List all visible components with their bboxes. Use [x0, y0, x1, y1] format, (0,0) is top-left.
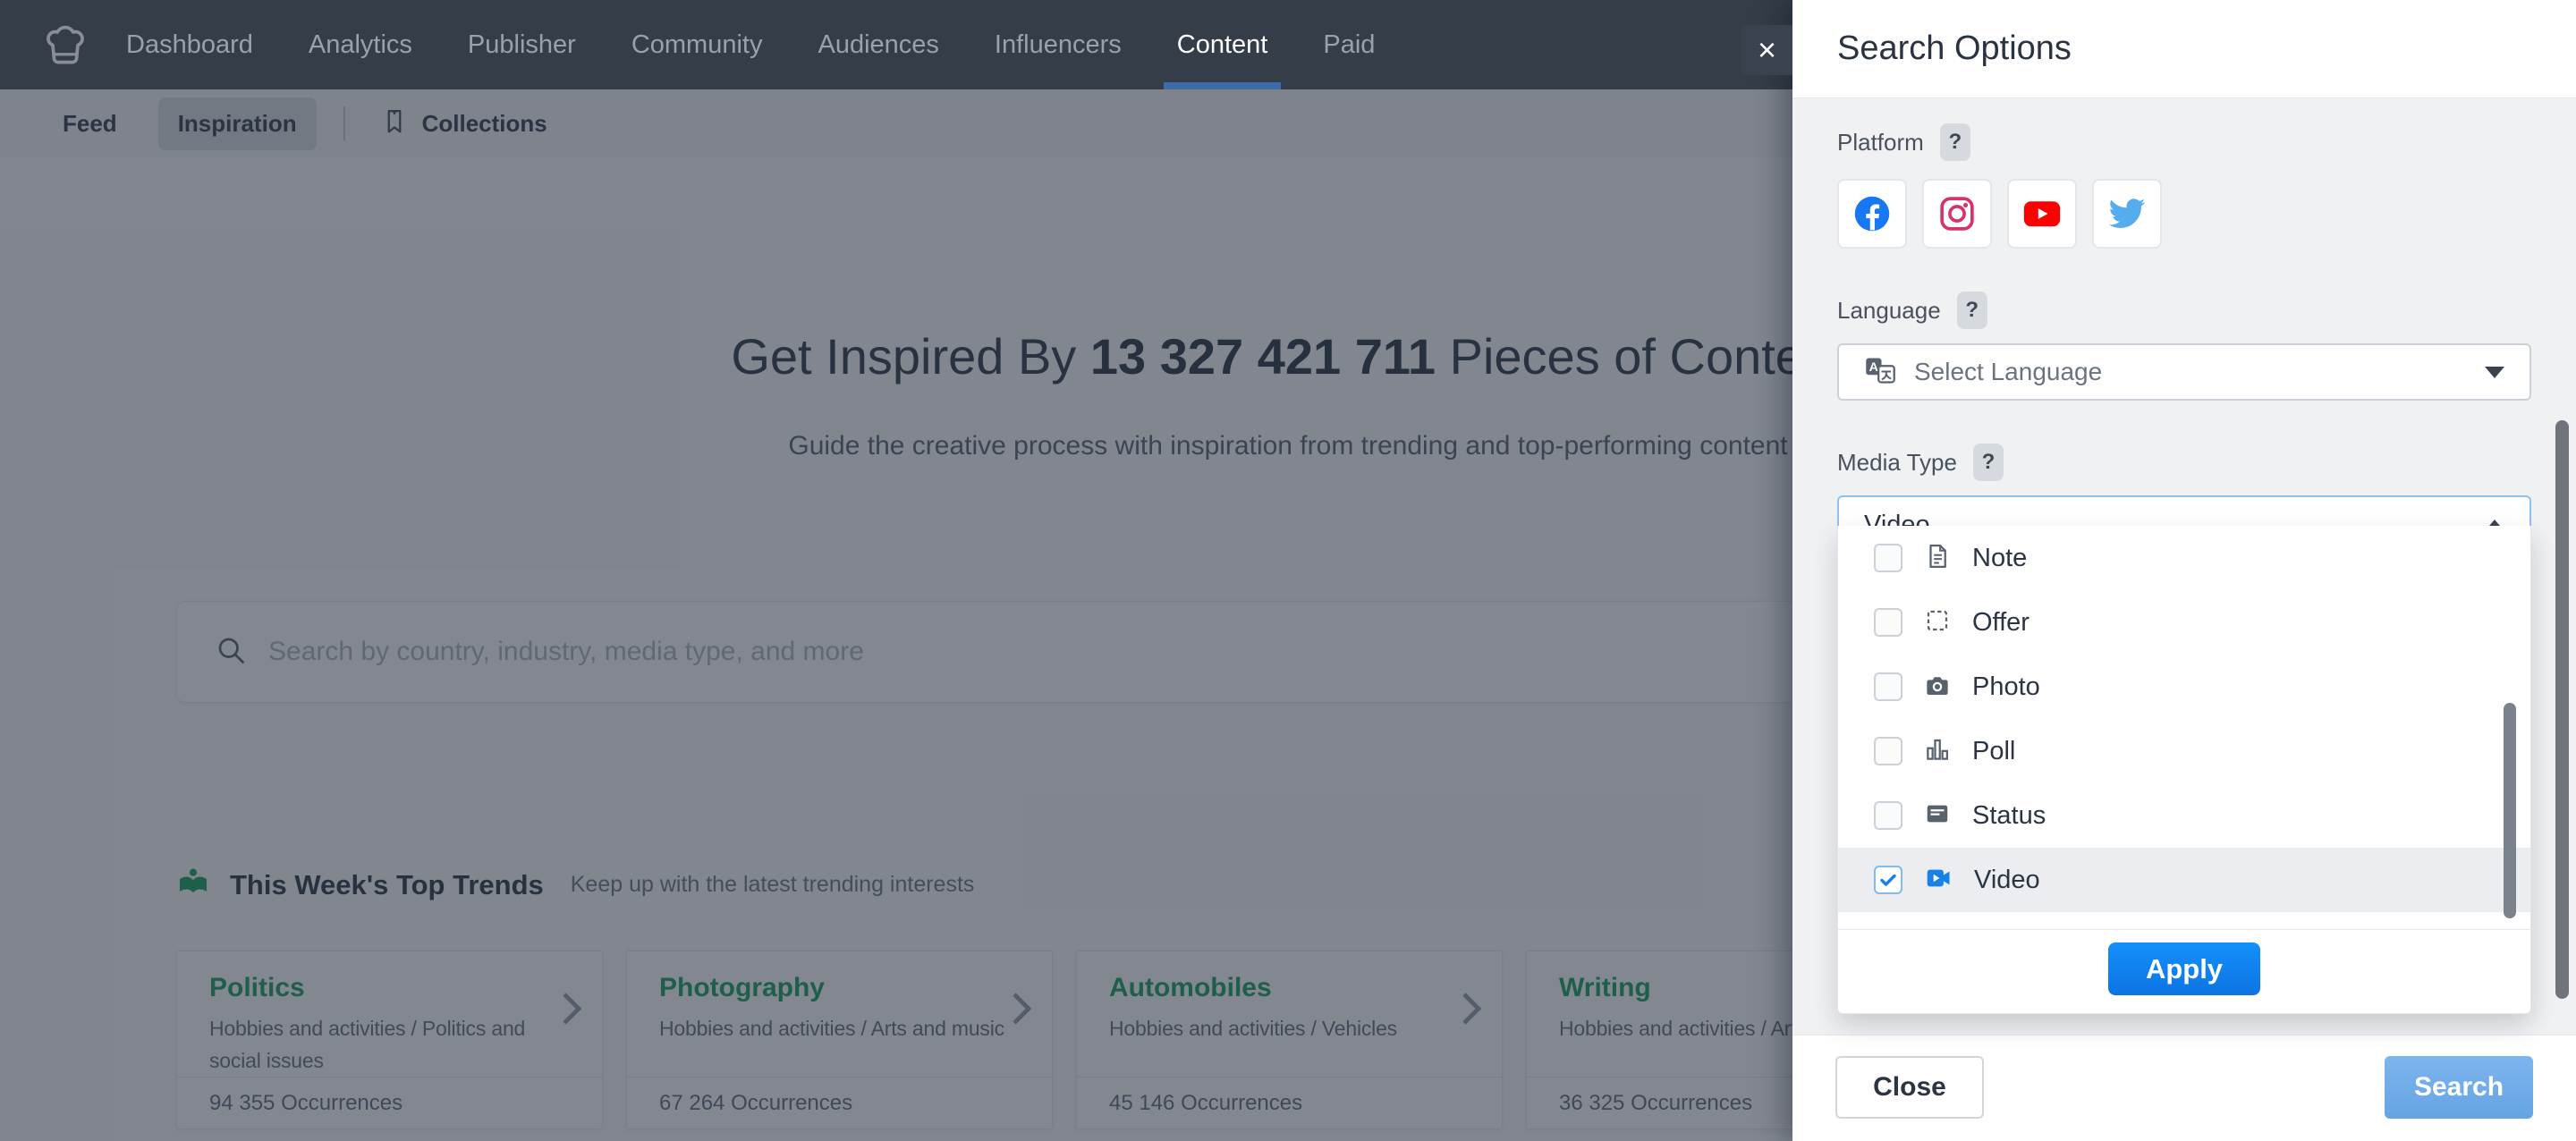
nav-item-analytics[interactable]: Analytics	[281, 0, 440, 89]
nav-menu: Dashboard Analytics Publisher Community …	[98, 0, 1402, 89]
checkbox[interactable]	[1874, 608, 1902, 637]
page-scrollbar-thumb[interactable]	[2555, 420, 2569, 999]
instagram-icon	[1937, 194, 1977, 233]
nav-item-dashboard[interactable]: Dashboard	[98, 0, 281, 89]
platform-instagram-button[interactable]	[1922, 179, 1992, 249]
search-button[interactable]: Search	[2385, 1056, 2533, 1119]
media-type-dropdown: Note Offer Photo	[1837, 526, 2531, 1014]
dropdown-option-poll[interactable]: Poll	[1838, 719, 2530, 783]
facebook-icon	[1852, 194, 1892, 233]
platform-label: Platform ?	[1837, 123, 2531, 161]
dropdown-scrollbar-thumb[interactable]	[2504, 703, 2516, 918]
dropdown-option-photo[interactable]: Photo	[1838, 655, 2530, 719]
close-panel-button[interactable]: ×	[1741, 25, 1792, 75]
dropdown-option-label: Status	[1972, 801, 2046, 831]
platform-options	[1837, 179, 2531, 249]
search-options-panel: × Search Options Platform ?	[1792, 0, 2576, 1141]
youtube-icon	[2021, 193, 2063, 234]
nav-item-content[interactable]: Content	[1149, 0, 1296, 89]
modal-backdrop[interactable]	[0, 89, 1792, 1141]
media-type-help-icon[interactable]: ?	[1973, 444, 2004, 481]
panel-title: Search Options	[1837, 30, 2072, 68]
dropdown-option-video[interactable]: Video	[1838, 848, 2530, 912]
dropdown-option-label: Video	[1974, 866, 2040, 895]
apply-button[interactable]: Apply	[2108, 942, 2260, 995]
twitter-icon	[2107, 194, 2147, 233]
panel-header: Search Options	[1792, 0, 2576, 98]
dropdown-option-label: Note	[1972, 544, 2027, 573]
caret-down-icon	[2485, 367, 2504, 378]
dropdown-option-offer[interactable]: Offer	[1838, 590, 2530, 655]
checkbox[interactable]	[1874, 737, 1902, 765]
checkbox[interactable]	[1874, 672, 1902, 701]
language-select-value: Select Language	[1914, 358, 2102, 386]
panel-footer: Close Search	[1792, 1035, 2576, 1141]
offer-icon	[1924, 607, 1951, 638]
language-select[interactable]: A Select Language	[1837, 343, 2531, 401]
checkbox[interactable]	[1874, 801, 1902, 830]
video-icon	[1924, 864, 1953, 897]
popup-divider	[1838, 929, 2530, 930]
dropdown-option-label: Photo	[1972, 672, 2040, 702]
platform-twitter-button[interactable]	[2092, 179, 2162, 249]
platform-facebook-button[interactable]	[1837, 179, 1907, 249]
platform-youtube-button[interactable]	[2007, 179, 2077, 249]
check-icon	[1877, 869, 1899, 891]
checkbox-checked[interactable]	[1874, 866, 1902, 894]
media-type-label-text: Media Type	[1837, 449, 1957, 477]
nav-item-influencers[interactable]: Influencers	[967, 0, 1149, 89]
language-label: Language ?	[1837, 292, 2531, 329]
poll-icon	[1924, 736, 1951, 767]
platform-label-text: Platform	[1837, 129, 1924, 156]
language-label-text: Language	[1837, 297, 1941, 325]
nav-item-publisher[interactable]: Publisher	[440, 0, 604, 89]
chef-hat-logo-icon[interactable]	[39, 19, 91, 71]
checkbox[interactable]	[1874, 544, 1902, 572]
note-icon	[1924, 543, 1951, 574]
dropdown-option-label: Offer	[1972, 608, 2029, 638]
dropdown-option-note[interactable]: Note	[1838, 526, 2530, 590]
app-root: Dashboard Analytics Publisher Community …	[0, 0, 2576, 1141]
close-button[interactable]: Close	[1835, 1056, 1984, 1119]
platform-help-icon[interactable]: ?	[1940, 123, 1970, 161]
status-icon	[1924, 800, 1951, 832]
photo-icon	[1924, 672, 1951, 703]
nav-item-paid[interactable]: Paid	[1295, 0, 1402, 89]
nav-item-audiences[interactable]: Audiences	[790, 0, 966, 89]
language-help-icon[interactable]: ?	[1957, 292, 1987, 329]
svg-text:A: A	[1869, 359, 1878, 374]
dropdown-option-status[interactable]: Status	[1838, 783, 2530, 848]
translate-icon: A	[1864, 354, 1896, 391]
dropdown-option-label: Poll	[1972, 737, 2015, 766]
nav-item-community[interactable]: Community	[604, 0, 791, 89]
media-type-label: Media Type ?	[1837, 444, 2531, 481]
